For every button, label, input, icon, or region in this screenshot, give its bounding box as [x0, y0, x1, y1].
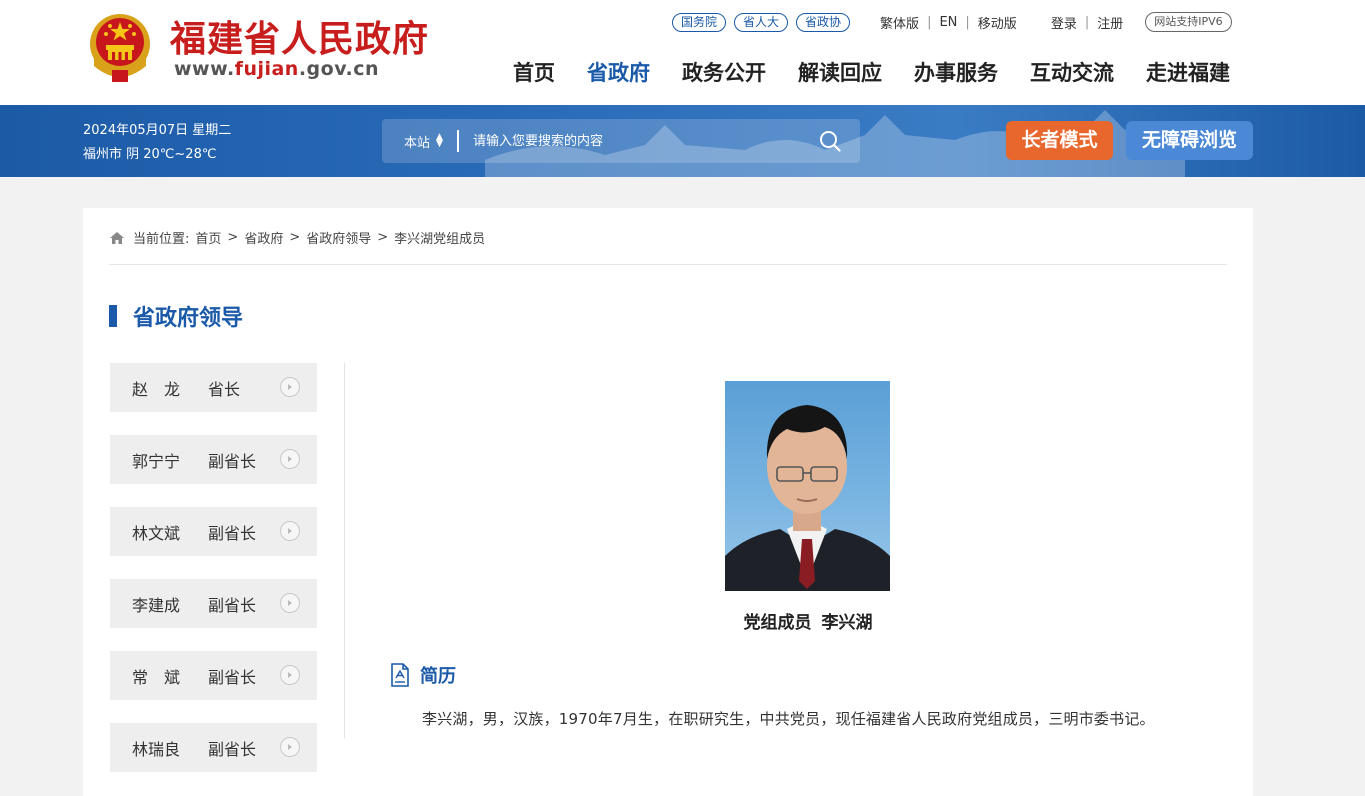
breadcrumb: 当前位置: 首页 > 省政府 > 省政府领导 > 李兴湖党组成员: [109, 228, 485, 247]
national-emblem-logo[interactable]: [86, 12, 154, 84]
nav-government-affairs[interactable]: 政务公开: [682, 57, 766, 87]
leader-item[interactable]: 郭宁宁 副省长: [110, 435, 317, 484]
arrow-right-icon: [280, 449, 300, 469]
breadcrumb-home[interactable]: 首页: [195, 228, 221, 247]
site-header: 福建省人民政府 www.fujian.gov.cn 国务院 省人大 省政协 繁体…: [0, 0, 1365, 105]
leader-name: 赵 龙: [132, 379, 181, 399]
link-provincial-cppcc[interactable]: 省政协: [796, 12, 851, 32]
leader-name: 林瑞良: [132, 739, 181, 759]
breadcrumb-separator: >: [377, 230, 389, 245]
breadcrumb-separator: >: [227, 230, 239, 245]
date-weather: 2024年05月07日 星期二 福州市 阴 20℃~28℃: [83, 119, 231, 167]
leader-title: 副省长: [208, 523, 257, 543]
leader-item[interactable]: 林文斌 副省长: [110, 507, 317, 556]
leader-item[interactable]: 赵 龙 省长: [110, 363, 317, 412]
leader-position: 党组成员: [743, 613, 812, 633]
leader-title: 副省长: [208, 595, 257, 615]
home-icon: [110, 231, 124, 244]
column-divider: [344, 363, 345, 738]
breadcrumb-provincial-government[interactable]: 省政府: [244, 228, 283, 247]
login-link[interactable]: 登录: [1051, 13, 1077, 32]
document-icon: [391, 663, 409, 687]
search-divider: [456, 130, 459, 152]
portrait-image: [725, 405, 890, 591]
search-input[interactable]: [472, 121, 810, 161]
section-title: 省政府领导: [133, 306, 244, 331]
leader-portrait: [725, 381, 890, 591]
breadcrumb-current: 李兴湖党组成员: [394, 232, 486, 247]
resume-label: 简历: [420, 666, 456, 687]
link-state-council[interactable]: 国务院: [672, 12, 727, 32]
site-url[interactable]: www.fujian.gov.cn: [174, 58, 379, 80]
nav-services[interactable]: 办事服务: [914, 57, 998, 87]
url-prefix: www.: [174, 58, 235, 80]
info-band: 2024年05月07日 星期二 福州市 阴 20℃~28℃ 本站 ▲▼ 长者模式…: [0, 105, 1365, 177]
nav-interpretation[interactable]: 解读回应: [798, 57, 882, 87]
leader-caption: 党组成员 李兴湖: [640, 608, 976, 633]
search-button[interactable]: [810, 121, 850, 161]
breadcrumb-divider: [109, 264, 1227, 265]
arrow-right-icon: [280, 737, 300, 757]
search-box: 本站 ▲ ▼: [382, 119, 860, 163]
leader-title: 副省长: [208, 451, 257, 471]
link-provincial-congress[interactable]: 省人大: [734, 12, 789, 32]
leader-title: 省长: [208, 379, 241, 399]
nav-provincial-government[interactable]: 省政府: [587, 57, 650, 87]
resume-heading: 简历: [390, 662, 456, 688]
register-link[interactable]: 注册: [1097, 13, 1123, 32]
nav-about-fujian[interactable]: 走进福建: [1146, 57, 1230, 87]
current-date: 2024年05月07日 星期二: [83, 123, 232, 138]
leader-item[interactable]: 李建成 副省长: [110, 579, 317, 628]
link-english[interactable]: EN: [939, 15, 957, 30]
main-nav: 首页 省政府 政务公开 解读回应 办事服务 互动交流 走进福建: [513, 57, 1230, 87]
arrow-right-icon: [280, 377, 300, 397]
link-mobile[interactable]: 移动版: [978, 13, 1017, 32]
leader-name: 郭宁宁: [132, 451, 181, 471]
site-name[interactable]: 福建省人民政府: [170, 10, 429, 62]
content-panel: 当前位置: 首页 > 省政府 > 省政府领导 > 李兴湖党组成员 省政府领导 赵…: [83, 208, 1253, 796]
breadcrumb-prefix: 当前位置:: [133, 232, 190, 247]
sort-arrows-icon: ▲ ▼: [436, 132, 443, 149]
divider: |: [1084, 14, 1090, 30]
divider: |: [927, 14, 932, 30]
search-scope-label: 本站: [404, 135, 431, 151]
accessible-browse-button[interactable]: 无障碍浏览: [1126, 121, 1253, 160]
top-links: 国务院 省人大 省政协 繁体版 | EN | 移动版 登录 | 注册 网站支持I…: [672, 12, 1232, 32]
section-marker: [109, 305, 117, 327]
url-suffix: .gov.cn: [298, 58, 380, 80]
section-heading: 省政府领导: [109, 300, 243, 332]
ipv6-badge: 网站支持IPV6: [1145, 12, 1232, 32]
divider: |: [965, 14, 970, 30]
arrow-right-icon: [280, 665, 300, 685]
leader-name: 常 斌: [132, 667, 181, 687]
elder-mode-button[interactable]: 长者模式: [1006, 121, 1113, 160]
breadcrumb-leaders[interactable]: 省政府领导: [306, 228, 371, 247]
nav-interaction[interactable]: 互动交流: [1030, 57, 1114, 87]
leader-title: 副省长: [208, 667, 257, 687]
leader-item[interactable]: 常 斌 副省长: [110, 651, 317, 700]
leader-biography: 李兴湖，男，汉族，1970年7月生，在职研究生，中共党员，现任福建省人民政府党组…: [422, 710, 1155, 728]
leader-title: 副省长: [208, 739, 257, 759]
arrow-right-icon: [280, 521, 300, 541]
leader-full-name: 李兴湖: [821, 613, 873, 633]
weather: 福州市 阴 20℃~28℃: [83, 147, 217, 162]
url-domain: fujian: [234, 58, 299, 80]
leader-list: 赵 龙 省长 郭宁宁 副省长 林文斌 副省长 李建成 副省长 常 斌 副省长 林…: [110, 363, 317, 795]
leader-item[interactable]: 林瑞良 副省长: [110, 723, 317, 772]
link-traditional-chinese[interactable]: 繁体版: [880, 13, 919, 32]
leader-name: 李建成: [132, 595, 181, 615]
search-scope-select[interactable]: 本站 ▲ ▼: [404, 132, 443, 151]
arrow-right-icon: [280, 593, 300, 613]
search-icon: [820, 131, 841, 152]
nav-home[interactable]: 首页: [513, 57, 555, 87]
leader-name: 林文斌: [132, 523, 181, 543]
breadcrumb-separator: >: [289, 230, 301, 245]
